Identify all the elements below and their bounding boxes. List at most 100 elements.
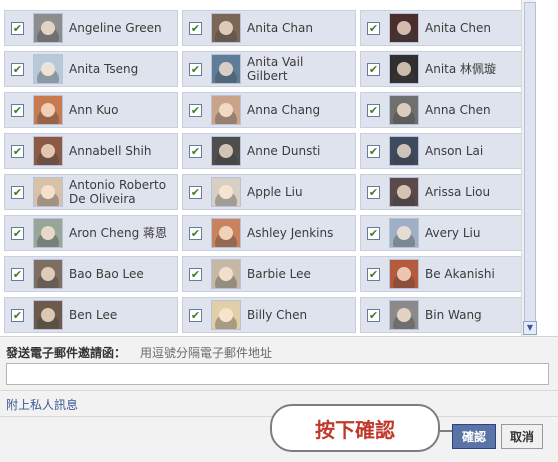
friend-cell[interactable]: ✔ Anson Lai	[360, 133, 534, 169]
friend-name: Be Akanishi	[425, 267, 495, 281]
avatar-face-icon	[397, 103, 411, 117]
friend-name: Anita Tseng	[69, 62, 139, 76]
friend-cell[interactable]: ✔ Arissa Liou	[360, 174, 534, 210]
friend-cell[interactable]: ✔ Anita 林佩璇	[360, 51, 534, 87]
friend-checkbox[interactable]: ✔	[367, 103, 380, 117]
friend-checkbox[interactable]: ✔	[367, 226, 380, 240]
friend-cell[interactable]: ✔ Barbie Lee	[182, 256, 356, 292]
friend-checkbox[interactable]: ✔	[11, 267, 24, 281]
avatar-face-icon	[397, 62, 411, 76]
confirm-button[interactable]: 確認	[452, 424, 496, 449]
friend-avatar	[389, 177, 419, 207]
friend-avatar	[211, 177, 241, 207]
friend-checkbox[interactable]: ✔	[367, 62, 380, 76]
friend-name: Anson Lai	[425, 144, 484, 158]
friend-cell[interactable]: ✔ Anita Vail Gilbert	[182, 51, 356, 87]
friend-cell[interactable]: ✔ Annabell Shih	[4, 133, 178, 169]
callout-text: 按下確認	[315, 417, 395, 442]
friend-checkbox[interactable]: ✔	[367, 308, 380, 322]
friend-cell[interactable]: ✔ Angeline Green	[4, 10, 178, 46]
friend-grid-area: ✔ Angeline Green ✔ Anita Chan ✔ Anita Chen ✔ An…	[0, 0, 540, 336]
callout-bubble: 按下確認	[270, 404, 440, 452]
friend-cell[interactable]: ✔ Be Akanishi	[360, 256, 534, 292]
friend-name: Ben Lee	[69, 308, 118, 322]
friend-checkbox[interactable]: ✔	[367, 21, 380, 35]
friend-checkbox[interactable]: ✔	[11, 62, 24, 76]
friend-avatar	[389, 136, 419, 166]
friend-name: Ashley Jenkins	[247, 226, 334, 240]
friend-list-scrollbar[interactable]: ▼	[521, 0, 537, 336]
scrollbar-thumb[interactable]	[524, 2, 536, 322]
friend-cell[interactable]: ✔ Aron Cheng 蒋恩	[4, 215, 178, 251]
avatar-face-icon	[219, 21, 233, 35]
friend-cell[interactable]: ✔ Ashley Jenkins	[182, 215, 356, 251]
friend-cell[interactable]: ✔ Antonio Roberto De Oliveira	[4, 174, 178, 210]
friend-avatar	[33, 218, 63, 248]
avatar-face-icon	[219, 226, 233, 240]
friend-cell[interactable]: ✔ Anita Chan	[182, 10, 356, 46]
friend-cell[interactable]: ✔ Ben Lee	[4, 297, 178, 333]
friend-cell[interactable]: ✔ Avery Liu	[360, 215, 534, 251]
friend-name: Anne Dunsti	[247, 144, 321, 158]
friend-checkbox[interactable]: ✔	[11, 185, 24, 199]
friend-cell[interactable]: ✔ Anita Chen	[360, 10, 534, 46]
email-invite-section: 發送電子郵件邀請函： 用逗號分隔電子郵件地址	[0, 336, 558, 390]
friend-avatar	[389, 218, 419, 248]
friend-name: Aron Cheng 蒋恩	[69, 226, 168, 240]
friend-checkbox[interactable]: ✔	[189, 21, 202, 35]
friend-name: Anita Chen	[425, 21, 491, 35]
email-input[interactable]	[6, 363, 549, 385]
friend-checkbox[interactable]: ✔	[189, 185, 202, 199]
friend-cell[interactable]: ✔ Anna Chang	[182, 92, 356, 128]
friend-cell[interactable]: ✔ Apple Liu	[182, 174, 356, 210]
friend-checkbox[interactable]: ✔	[189, 144, 202, 158]
attach-private-message-link[interactable]: 附上私人訊息	[6, 396, 78, 413]
friend-checkbox[interactable]: ✔	[189, 308, 202, 322]
friend-name: Antonio Roberto De Oliveira	[69, 178, 167, 206]
friend-cell[interactable]: ✔ Anne Dunsti	[182, 133, 356, 169]
friend-name: Anita Chan	[247, 21, 313, 35]
friend-cell[interactable]: ✔ Bao Bao Lee	[4, 256, 178, 292]
avatar-face-icon	[41, 226, 55, 240]
friend-name: Barbie Lee	[247, 267, 311, 281]
friend-avatar	[33, 300, 63, 330]
friend-name: Bin Wang	[425, 308, 482, 322]
friend-checkbox[interactable]: ✔	[11, 308, 24, 322]
friend-checkbox[interactable]: ✔	[11, 226, 24, 240]
friend-cell[interactable]: ✔ Anita Tseng	[4, 51, 178, 87]
friend-checkbox[interactable]: ✔	[11, 21, 24, 35]
scroll-down-arrow-icon[interactable]: ▼	[523, 321, 537, 335]
avatar-face-icon	[397, 144, 411, 158]
cancel-button[interactable]: 取消	[501, 424, 543, 449]
avatar-face-icon	[219, 62, 233, 76]
friend-checkbox[interactable]: ✔	[189, 103, 202, 117]
friend-avatar	[33, 259, 63, 289]
friend-avatar	[211, 13, 241, 43]
friend-name: Avery Liu	[425, 226, 481, 240]
friend-cell[interactable]: ✔ Ann Kuo	[4, 92, 178, 128]
friend-checkbox[interactable]: ✔	[189, 62, 202, 76]
friend-checkbox[interactable]: ✔	[367, 267, 380, 281]
friend-checkbox[interactable]: ✔	[189, 226, 202, 240]
friend-name: Bao Bao Lee	[69, 267, 144, 281]
friend-checkbox[interactable]: ✔	[11, 144, 24, 158]
friend-name: Apple Liu	[247, 185, 303, 199]
avatar-face-icon	[219, 185, 233, 199]
friend-checkbox[interactable]: ✔	[189, 267, 202, 281]
friend-avatar	[33, 13, 63, 43]
friend-cell[interactable]: ✔ Billy Chen	[182, 297, 356, 333]
friend-cell[interactable]: ✔ Anna Chen	[360, 92, 534, 128]
friend-avatar	[211, 300, 241, 330]
friend-checkbox[interactable]: ✔	[367, 144, 380, 158]
avatar-face-icon	[219, 103, 233, 117]
avatar-face-icon	[41, 144, 55, 158]
avatar-face-icon	[41, 185, 55, 199]
friend-avatar	[211, 54, 241, 84]
avatar-face-icon	[397, 267, 411, 281]
friend-avatar	[33, 54, 63, 84]
friend-cell[interactable]: ✔ Bin Wang	[360, 297, 534, 333]
friend-checkbox[interactable]: ✔	[11, 103, 24, 117]
avatar-face-icon	[41, 62, 55, 76]
friend-checkbox[interactable]: ✔	[367, 185, 380, 199]
avatar-face-icon	[219, 308, 233, 322]
